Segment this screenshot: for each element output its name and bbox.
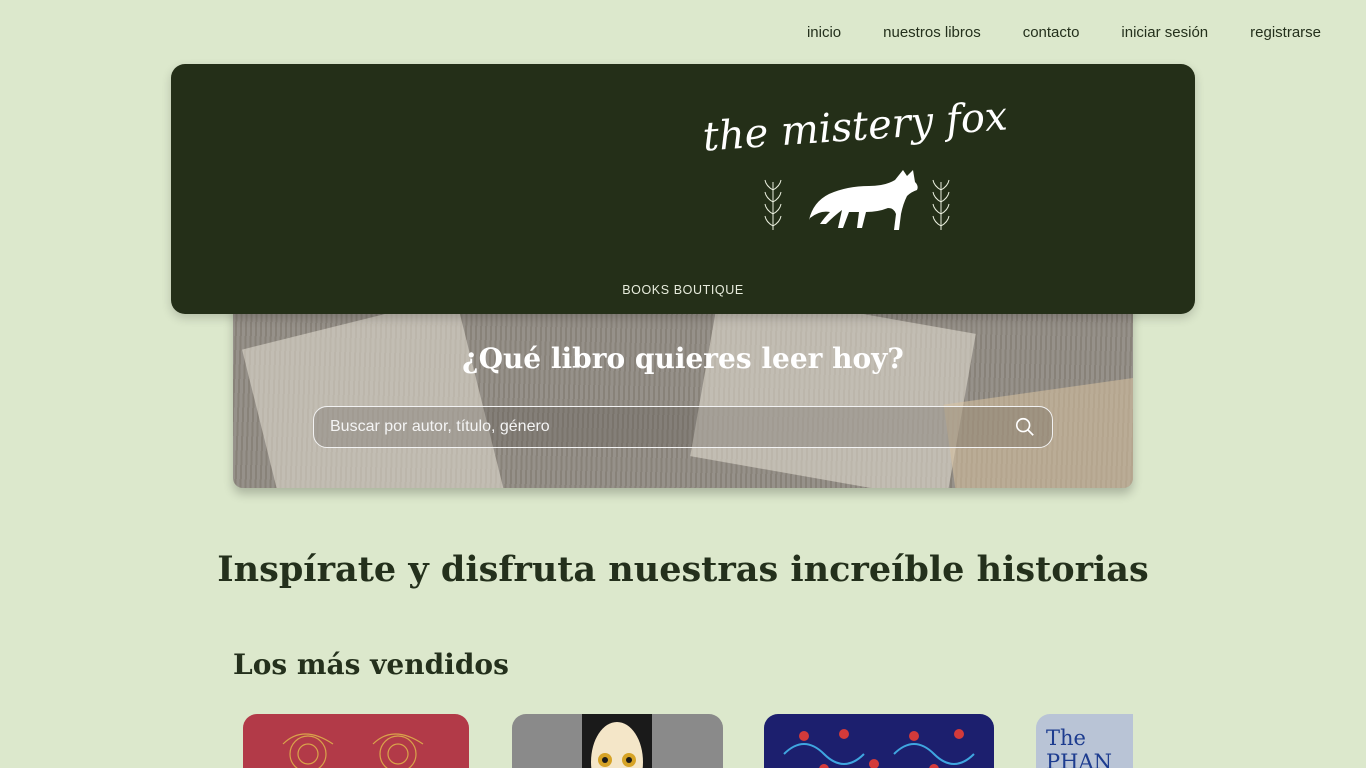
book-cover[interactable] (243, 714, 469, 768)
hero-background-image (242, 300, 504, 488)
book-cover[interactable] (512, 714, 723, 768)
section-tagline: Inspírate y disfruta nuestras increíble … (217, 549, 1149, 590)
bestsellers-carousel: The PHAN (233, 714, 1133, 768)
nav-iniciar-sesion[interactable]: iniciar sesión (1121, 24, 1208, 42)
bestsellers-title: Los más vendidos (233, 648, 509, 681)
leaf-sprig-icon (932, 179, 950, 230)
search-input[interactable] (330, 418, 1014, 436)
nav-contacto[interactable]: contacto (1023, 24, 1080, 42)
search-icon[interactable] (1014, 416, 1036, 438)
hero-title: ¿Qué libro quieres leer hoy? (462, 342, 904, 375)
skull-face-icon (582, 714, 652, 768)
rose-pattern-icon (282, 733, 424, 768)
brand-tagline: BOOKS BOUTIQUE (622, 283, 744, 297)
book-cover[interactable] (764, 714, 994, 768)
hero-banner: ¿Qué libro quieres leer hoy? (233, 300, 1133, 488)
nav-registrarse[interactable]: registrarse (1250, 24, 1321, 42)
brand-header: the mistery fox BOOKS BOUTIQUE (171, 64, 1195, 314)
brand-logo: the mistery fox (701, 93, 1009, 230)
nav-nuestros-libros[interactable]: nuestros libros (883, 24, 981, 42)
floral-pattern-icon (783, 729, 975, 768)
book-cover-title: The PHAN (1046, 726, 1112, 768)
brand-name: the mistery fox (701, 93, 1009, 160)
top-nav: inicio nuestros libros contacto iniciar … (765, 24, 1321, 42)
fox-icon (809, 170, 918, 230)
nav-inicio[interactable]: inicio (807, 24, 841, 42)
search-bar (313, 406, 1053, 448)
book-cover[interactable]: The PHAN (1036, 714, 1133, 768)
leaf-sprig-icon (764, 179, 782, 230)
